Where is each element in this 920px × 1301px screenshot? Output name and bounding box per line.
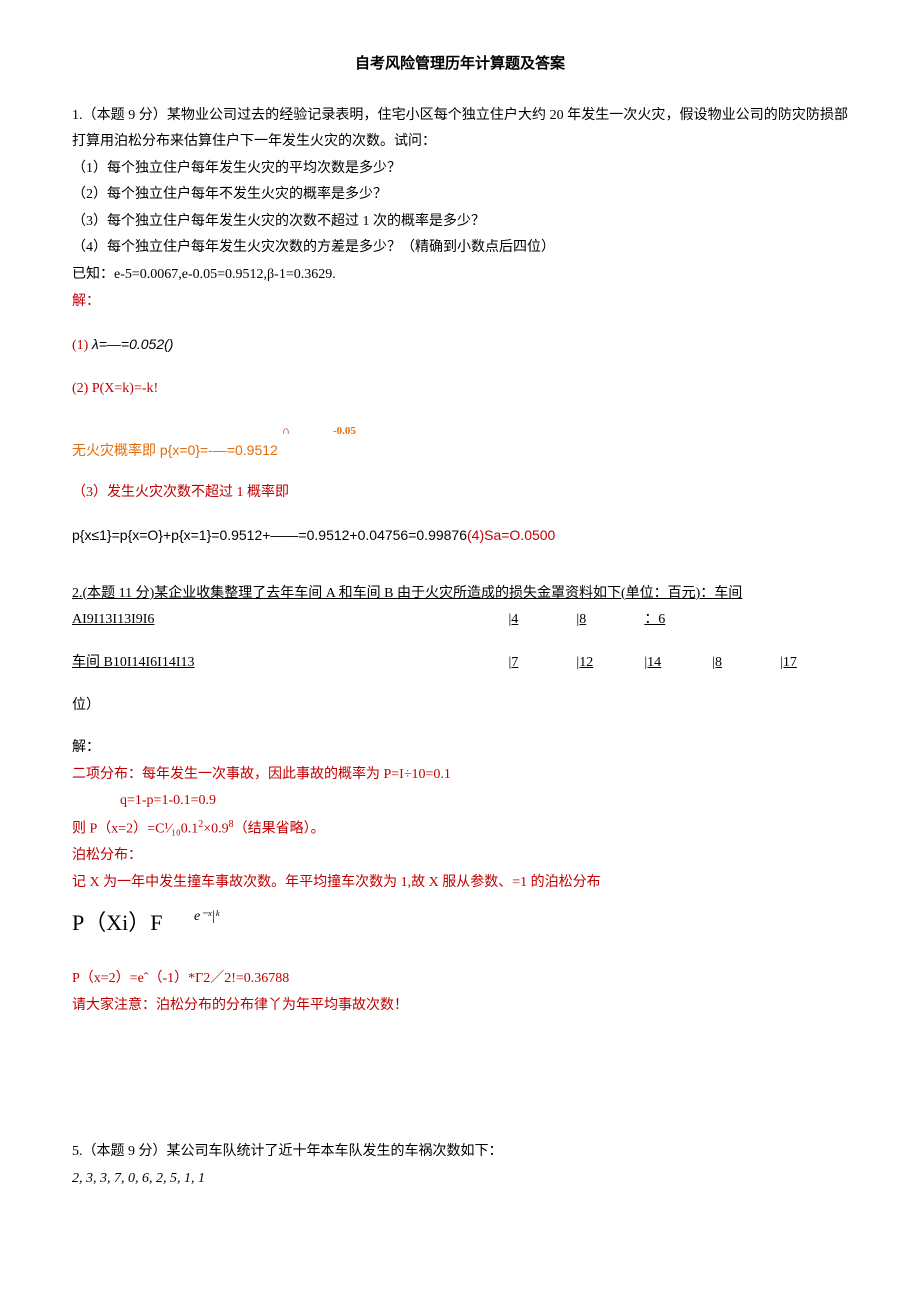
q2-poisson-label: 泊松分布： xyxy=(72,843,848,870)
q2-rowB-c3: |14 xyxy=(644,650,712,677)
q2-rowA: AI9I13I13I9I6 |4 |8 ：6 xyxy=(72,607,848,634)
q2-rowA-c2: |8 xyxy=(576,607,644,634)
q2-line2: q=1-p=1-0.1=0.9 xyxy=(72,788,848,815)
q1-solution-label: 解： xyxy=(72,289,848,316)
q5-stem: 5.（本题 9 分）某公司车队统计了近十年本车队发生的车祸次数如下： xyxy=(72,1139,848,1166)
q2-formula: P（Xi）F e⁻ˣ|ᵏ xyxy=(72,902,848,944)
q1-sol4-b: (4)Sa=O.0500 xyxy=(467,527,555,543)
q2-line1: 二项分布：每年发生一次事故，因此事故的概率为 P=I÷10=0.1 xyxy=(72,762,848,789)
q1-sol4: p{x≤1}=p{x=O}+p{x=1}=0.9512+——=0.9512+0.… xyxy=(72,522,848,549)
q1-sol1-num: (1) xyxy=(72,338,92,353)
q2-l3a: 则 P（x=2）=C¹⁄₁₀0.1 xyxy=(72,822,198,837)
q1-sol2: (2) P(X=k)=-k! xyxy=(72,376,848,403)
q1-sol2b: 无火灾概率即 p{x=0}=-—=0.9512 xyxy=(72,437,848,464)
q2-rowA-c4 xyxy=(712,607,780,634)
q2-rowA-c5 xyxy=(780,607,848,634)
q1-item3: （3）每个独立住户每年发生火灾的次数不超过 1 次的概率是多少？ xyxy=(72,209,848,236)
q2-rowB-label: 车间 B10I14I6I14I13 xyxy=(72,650,509,677)
q2-rowB-c4: |8 xyxy=(712,650,780,677)
q2-l3e: （结果省略）。 xyxy=(234,822,325,837)
q2-formula-main: P（Xi）F xyxy=(72,910,162,935)
q2-stem-text: 2.(本题 11 分)某企业收集整理了去年车间 A 和车间 B 由于火灾所造成的… xyxy=(72,586,742,601)
q2-note: 请大家注意：泊松分布的分布律丫为年平均事故次数！ xyxy=(72,993,848,1020)
q1-sol3: （3）发生火灾次数不超过 1 概率即 xyxy=(72,480,848,507)
q1-item4: （4）每个独立住户每年发生火灾次数的方差是多少？（精确到小数点后四位） xyxy=(72,235,848,262)
q1-sol4-a: p{x≤1}=p{x=O}+p{x=1}=0.9512+——=0.9512+0.… xyxy=(72,527,467,543)
q1-sol2b-sup2: -0.05 xyxy=(333,425,356,437)
q2-rowB: 车间 B10I14I6I14I13 |7 |12 |14 |8 |17 xyxy=(72,650,848,677)
q1-item1: （1）每个独立住户每年发生火灾的平均次数是多少？ xyxy=(72,156,848,183)
q1-stem: 1.（本题 9 分）某物业公司过去的经验记录表明，住宅小区每个独立住户大约 20… xyxy=(72,103,848,156)
q2-l3c: ×0.9 xyxy=(203,822,228,837)
q2-stem: 2.(本题 11 分)某企业收集整理了去年车间 A 和车间 B 由于火灾所造成的… xyxy=(72,581,848,608)
q1-item2: （2）每个独立住户每年不发生火灾的概率是多少？ xyxy=(72,182,848,209)
doc-title: 自考风险管理历年计算题及答案 xyxy=(72,50,848,79)
q2-rowB-c1: |7 xyxy=(509,650,577,677)
q1-sol2b-sup1: ∩ xyxy=(282,425,290,437)
q1-given: 已知：e-5=0.0067,e-0.05=0.9512,β-1=0.3629. xyxy=(72,262,848,289)
q2-line3: 则 P（x=2）=C¹⁄₁₀0.12×0.98（结果省略）。 xyxy=(72,815,848,843)
q2-line5: P（x=2）=eˆ（-1）*Γ2／2!=0.36788 xyxy=(72,966,848,993)
q2-solution-label: 解： xyxy=(72,735,848,762)
q1-sol1: (1) λ=—=0.052() xyxy=(72,331,848,360)
q2-rowA-label: AI9I13I13I9I6 xyxy=(72,607,509,634)
q2-tail: 位） xyxy=(72,693,848,720)
q2-line4: 记 X 为一年中发生撞车事故次数。年平均撞车次数为 1,故 X 服从参数、=1 … xyxy=(72,870,848,897)
q2-formula-sup: e⁻ˣ|ᵏ xyxy=(166,909,219,924)
q1-sol1-expr: λ=—=0.052() xyxy=(92,336,174,352)
q2-rowB-c2: |12 xyxy=(576,650,644,677)
q2-rowA-c3: ：6 xyxy=(644,607,712,634)
q5-data: 2, 3, 3, 7, 0, 6, 2, 5, 1, 1 xyxy=(72,1166,848,1193)
q2-rowB-c5: |17 xyxy=(780,650,848,677)
q2-rowA-c1: |4 xyxy=(509,607,577,634)
